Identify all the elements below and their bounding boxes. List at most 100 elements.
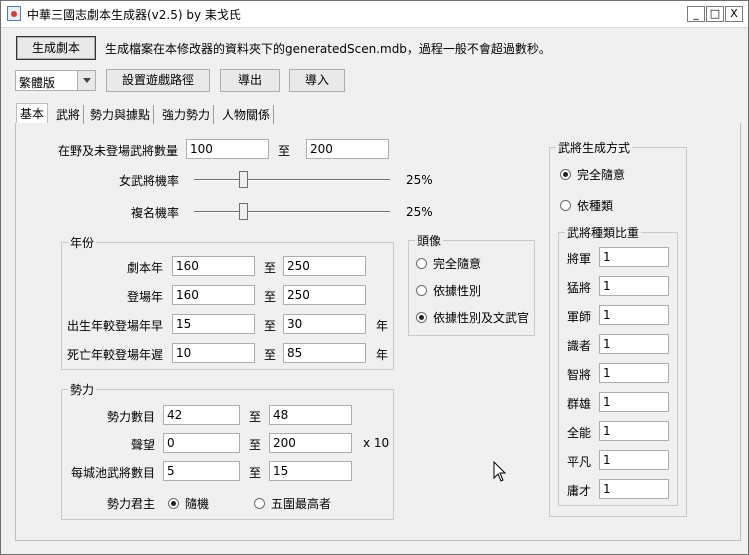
duplicate-name-rate-label: 複名機率 [130,206,179,220]
type-weight-input[interactable] [599,363,669,383]
radio-selected-icon[interactable] [560,169,571,180]
portrait-option-gender-role[interactable]: 依據性別及文武官 [416,309,529,326]
duplicate-name-rate-slider[interactable] [194,211,390,213]
type-weight-input[interactable] [599,450,669,470]
debut-year-label: 登場年 [126,290,163,304]
portrait-option-gender[interactable]: 依據性別 [416,282,481,299]
radio-icon[interactable] [254,498,265,509]
female-rate-slider[interactable] [194,179,390,181]
type-weight-label: 軍師 [567,310,592,324]
tab-strong-forces[interactable]: 強力勢力 [159,105,215,124]
officer-count-label: 在野及未登場武將數量 [58,144,179,158]
debut-year-max-input[interactable] [283,285,366,305]
app-window: 中華三國志劇本生成器(v2.5) by 耒戈氏 _ □ X 生成劇本 生成檔案在… [0,0,749,555]
portrait-option-gender-role-label: 依據性別及文武官 [433,311,530,325]
minimize-button[interactable]: _ [687,6,705,22]
officers-per-city-label: 每城池武將數目 [70,466,155,480]
type-weight-label: 識者 [567,339,592,353]
maximize-button[interactable]: □ [706,6,724,22]
officer-count-min-input[interactable] [186,139,269,159]
officer-count-max-input[interactable] [306,139,389,159]
officers-per-city-min-input[interactable] [163,461,240,481]
portrait-option-random[interactable]: 完全隨意 [416,255,481,272]
radio-icon[interactable] [416,285,427,296]
import-button[interactable]: 導入 [289,69,345,92]
mouse-cursor-icon [493,461,507,482]
death-year-offset-min-input[interactable] [172,343,255,363]
death-year-unit: 年 [376,348,389,362]
range-separator: 至 [264,319,277,333]
chevron-down-icon[interactable] [77,71,95,90]
language-select-value: 繁體版 [19,76,56,90]
portrait-option-random-label: 完全隨意 [433,257,482,271]
title-bar: 中華三國志劇本生成器(v2.5) by 耒戈氏 _ □ X [1,1,748,28]
output-info-text: 生成檔案在本修改器的資料夾下的generatedScen.mdb，過程一般不會超… [105,42,551,56]
scenario-year-label: 劇本年 [126,261,163,275]
range-separator: 至 [264,261,277,275]
ruler-option-random[interactable]: 隨機 [168,495,209,512]
birth-year-unit: 年 [376,319,389,333]
generation-option-by-type-label: 依種類 [577,199,614,213]
radio-icon[interactable] [416,258,427,269]
generation-method-title: 武將生成方式 [556,139,633,156]
tab-officers[interactable]: 武將 [53,105,85,124]
birth-year-offset-label: 出生年較登場年早 [66,319,163,333]
tab-basic[interactable]: 基本 [16,103,49,123]
portrait-option-gender-label: 依據性別 [433,284,482,298]
ruler-option-best-stats[interactable]: 五圍最高者 [254,495,331,512]
type-weight-label: 猛將 [567,281,592,295]
radio-selected-icon[interactable] [416,312,427,323]
export-button[interactable]: 導出 [220,69,280,92]
generation-option-random-label: 完全隨意 [577,168,626,182]
window-title: 中華三國志劇本生成器(v2.5) by 耒戈氏 [27,8,241,22]
type-weight-label: 平凡 [567,455,592,469]
female-rate-slider-thumb[interactable] [239,171,248,188]
type-weight-input[interactable] [599,247,669,267]
java-app-icon [7,6,21,21]
reputation-unit: x 10 [363,436,390,450]
set-game-path-button[interactable]: 設置遊戲路徑 [106,69,210,92]
reputation-min-input[interactable] [163,433,240,453]
close-button[interactable]: X [725,6,743,22]
tab-forces-and-bases[interactable]: 勢力與據點 [87,105,155,124]
debut-year-min-input[interactable] [172,285,255,305]
portrait-group-title: 頭像 [415,232,444,249]
range-separator: 至 [264,348,277,362]
force-group-title: 勢力 [68,381,97,398]
ruler-option-best-stats-label: 五圍最高者 [271,497,332,511]
range-separator: 至 [249,466,262,480]
force-count-label: 勢力數目 [106,410,155,424]
type-weight-input[interactable] [599,305,669,325]
range-separator: 至 [278,144,291,158]
death-year-offset-label: 死亡年較登場年遲 [66,348,163,362]
tab-relationships[interactable]: 人物關係 [219,105,275,124]
type-weight-input[interactable] [599,421,669,441]
generate-scenario-button[interactable]: 生成劇本 [16,36,96,60]
type-weight-label: 全能 [567,426,592,440]
scenario-year-min-input[interactable] [172,256,255,276]
reputation-max-input[interactable] [269,433,352,453]
generation-option-by-type[interactable]: 依種類 [560,197,613,214]
year-group-title: 年份 [68,234,97,251]
scenario-year-max-input[interactable] [283,256,366,276]
type-weight-label: 庸才 [567,484,592,498]
birth-year-offset-min-input[interactable] [172,314,255,334]
type-weight-label: 群雄 [567,397,592,411]
female-rate-label: 女武將機率 [118,174,179,188]
type-weight-input[interactable] [599,392,669,412]
range-separator: 至 [264,290,277,304]
duplicate-name-rate-slider-thumb[interactable] [239,203,248,220]
range-separator: 至 [249,410,262,424]
language-select[interactable]: 繁體版 [15,70,96,91]
force-count-min-input[interactable] [163,405,240,425]
death-year-offset-max-input[interactable] [283,343,366,363]
type-weight-input[interactable] [599,276,669,296]
force-count-max-input[interactable] [269,405,352,425]
generation-option-random[interactable]: 完全隨意 [560,166,625,183]
type-weight-input[interactable] [599,479,669,499]
birth-year-offset-max-input[interactable] [283,314,366,334]
radio-selected-icon[interactable] [168,498,179,509]
officers-per-city-max-input[interactable] [269,461,352,481]
type-weight-input[interactable] [599,334,669,354]
radio-icon[interactable] [560,200,571,211]
